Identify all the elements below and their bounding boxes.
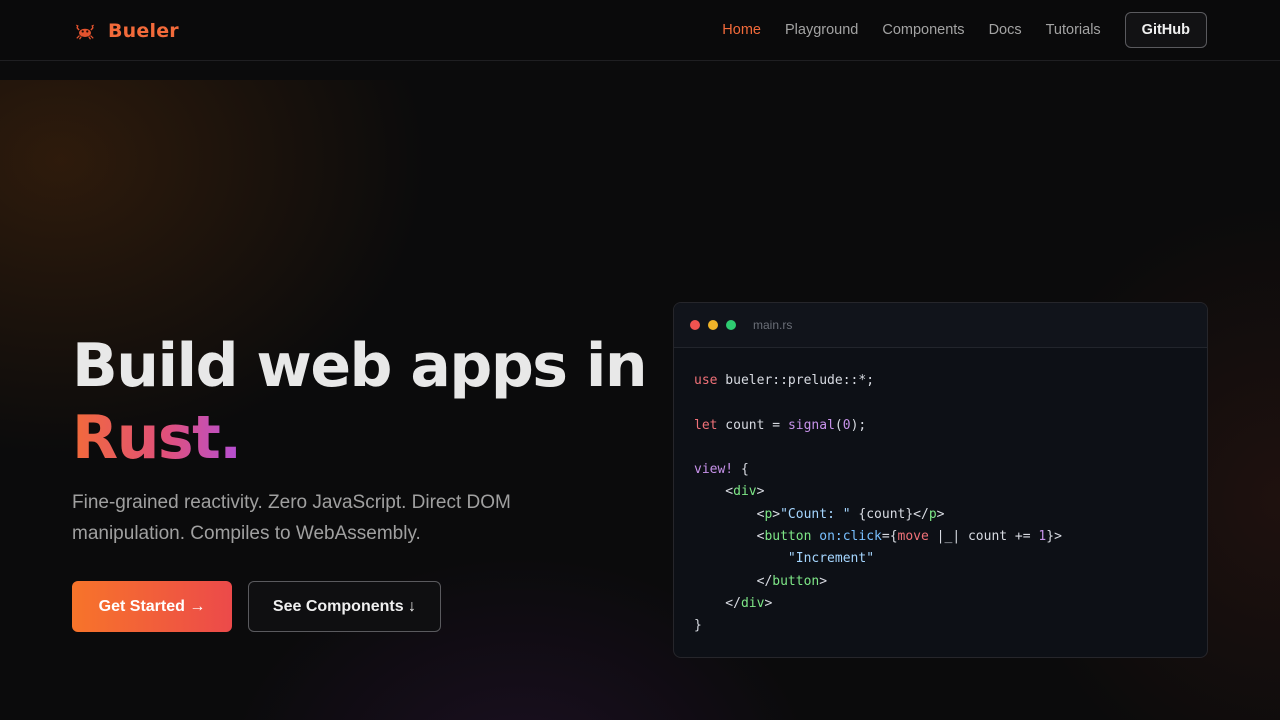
- code-token: (: [834, 417, 843, 433]
- code-token: "Count: ": [780, 506, 851, 522]
- code-line: <p>"Count: " {count}</p>: [694, 504, 1187, 526]
- close-dot-icon: [690, 320, 700, 330]
- code-token: ={: [881, 529, 898, 545]
- code-token: }: [694, 618, 702, 634]
- code-line: "Increment": [694, 548, 1187, 570]
- code-token: }>: [1046, 529, 1062, 545]
- code-token: >: [819, 573, 828, 589]
- code-token: <: [694, 529, 765, 545]
- see-components-button[interactable]: See Components ↓: [248, 581, 441, 632]
- hero-title-accent: Rust.: [72, 403, 242, 473]
- code-token: use: [694, 373, 718, 388]
- maximize-dot-icon: [726, 320, 736, 330]
- code-token: >: [764, 595, 773, 611]
- code-token: </: [694, 595, 741, 611]
- code-line: }: [694, 615, 1187, 637]
- nav-components[interactable]: Components: [882, 22, 964, 38]
- code-token: p: [928, 506, 937, 522]
- code-token: "Increment": [787, 551, 875, 567]
- code-token: </: [694, 573, 773, 589]
- github-button[interactable]: GitHub: [1124, 12, 1207, 48]
- brand-name: Bueler: [108, 20, 179, 42]
- code-token: {: [733, 462, 749, 478]
- code-token: >: [756, 484, 765, 500]
- site-header: Bueler Home Playground Components Docs T…: [0, 0, 1280, 61]
- brand-logo[interactable]: Bueler: [74, 18, 179, 44]
- code-line: let count = signal(0);: [694, 415, 1187, 437]
- code-token: <: [694, 506, 765, 522]
- code-token: >: [936, 506, 945, 522]
- code-token: let: [694, 417, 718, 433]
- code-filename: main.rs: [753, 318, 793, 332]
- nav-tutorials[interactable]: Tutorials: [1046, 22, 1101, 38]
- code-token: div: [740, 595, 765, 611]
- code-line: </button>: [694, 571, 1187, 593]
- code-line: <div>: [694, 481, 1187, 503]
- code-token: count =: [717, 417, 788, 433]
- code-token: 0: [842, 417, 851, 433]
- code-token: on:click: [819, 529, 882, 545]
- code-body: use bueler::prelude::*; let count = sign…: [674, 348, 1207, 638]
- nav-playground[interactable]: Playground: [785, 22, 858, 38]
- code-token: {count}</: [850, 506, 929, 522]
- code-token: div: [733, 484, 757, 500]
- code-token: view!: [694, 462, 734, 478]
- code-token: <: [694, 484, 734, 500]
- code-token: button: [772, 573, 820, 589]
- code-token: );: [850, 417, 867, 433]
- get-started-button[interactable]: Get Started →: [72, 581, 232, 632]
- hero-subtitle: Fine-grained reactivity. Zero JavaScript…: [72, 492, 511, 544]
- code-line: <button on:click={move |_| count += 1}>: [694, 526, 1187, 548]
- code-token: |_| count +=: [928, 529, 1039, 545]
- hero-title: Build web apps in Rust.: [72, 330, 648, 474]
- code-line: view! {: [694, 459, 1187, 481]
- code-window: main.rs use bueler::prelude::*; let coun…: [673, 302, 1208, 658]
- code-token: bueler::prelude::*;: [717, 373, 875, 388]
- nav-home[interactable]: Home: [722, 22, 761, 38]
- code-token: signal: [787, 417, 835, 433]
- code-token: button: [764, 529, 812, 545]
- code-line: use bueler::prelude::*;: [694, 370, 1187, 392]
- main-nav: Home Playground Components Docs Tutorial…: [698, 12, 1207, 48]
- code-token: >: [772, 506, 781, 522]
- minimize-dot-icon: [708, 320, 718, 330]
- crab-icon: [75, 24, 95, 40]
- hero-title-line: Build web apps in: [72, 331, 648, 401]
- nav-docs[interactable]: Docs: [989, 22, 1022, 38]
- code-titlebar: main.rs: [674, 303, 1207, 348]
- code-token: move: [897, 529, 929, 545]
- code-line: </div>: [694, 593, 1187, 615]
